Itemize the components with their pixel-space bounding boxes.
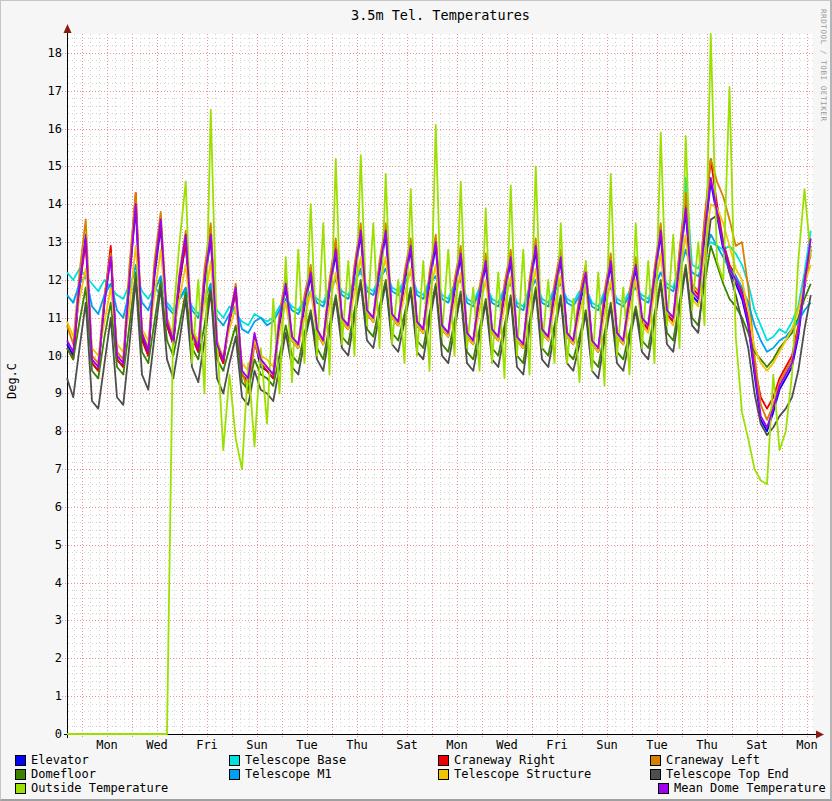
- legend-label: Telescope Base: [245, 754, 346, 767]
- y-tick-label: 4: [21, 576, 62, 590]
- x-tick-label: Mon: [82, 739, 132, 752]
- legend-swatch-telescope-top-end: [650, 769, 661, 780]
- rrdtool-graph: 3.5m Tel. Temperatures Deg.C RRDTOOL / T…: [0, 0, 832, 801]
- legend-label: Outside Temperature: [31, 782, 168, 795]
- y-tick-label: 15: [21, 159, 62, 173]
- x-tick-label: Fri: [532, 739, 582, 752]
- x-tick-label: Sat: [382, 739, 432, 752]
- x-tick-label: Thu: [682, 739, 732, 752]
- y-tick-label: 8: [21, 424, 62, 438]
- y-axis-arrow: [64, 24, 72, 33]
- y-tick-label: 1: [21, 689, 62, 703]
- y-tick-label: 9: [21, 386, 62, 400]
- legend-label: Telescope Structure: [454, 768, 591, 781]
- x-tick-label: Thu: [332, 739, 382, 752]
- legend-label: Telescope Top End: [666, 768, 789, 781]
- x-tick-label: Tue: [632, 739, 682, 752]
- y-tick-label: 11: [21, 311, 62, 325]
- x-tick-label: Sat: [732, 739, 782, 752]
- legend-swatch-telescope-m1: [229, 769, 240, 780]
- legend-label: Telescope M1: [245, 768, 332, 781]
- y-tick-label: 7: [21, 462, 62, 476]
- y-tick-label: 16: [21, 122, 62, 136]
- x-tick-label: Mon: [782, 739, 832, 752]
- y-tick-label: 3: [21, 613, 62, 627]
- y-tick-label: 10: [21, 349, 62, 363]
- legend-swatch-mean-dome-temperature: [658, 783, 669, 794]
- y-tick-label: 14: [21, 197, 62, 211]
- legend-swatch-telescope-base: [229, 755, 240, 766]
- legend-swatch-craneway-left: [650, 755, 661, 766]
- x-tick-label: Sun: [232, 739, 282, 752]
- y-tick-label: 12: [21, 273, 62, 287]
- plot-area: [1, 1, 832, 801]
- y-tick-label: 18: [21, 46, 62, 60]
- legend-label: Domefloor: [31, 768, 96, 781]
- legend-label: Craneway Left: [666, 754, 760, 767]
- legend-swatch-domefloor: [15, 769, 26, 780]
- legend-label: Elevator: [31, 754, 89, 767]
- legend-swatch-elevator: [15, 755, 26, 766]
- y-tick-label: 0: [21, 727, 62, 741]
- y-tick-label: 5: [21, 538, 62, 552]
- legend-swatch-outside-temperature: [15, 783, 26, 794]
- x-tick-label: Tue: [282, 739, 332, 752]
- x-tick-label: Wed: [132, 739, 182, 752]
- y-tick-label: 17: [21, 84, 62, 98]
- legend-swatch-craneway-right: [438, 755, 449, 766]
- y-tick-label: 6: [21, 500, 62, 514]
- legend-swatch-telescope-structure: [438, 769, 449, 780]
- y-tick-label: 13: [21, 235, 62, 249]
- legend-label: Mean Dome Temperature: [674, 782, 826, 795]
- x-tick-label: Sun: [582, 739, 632, 752]
- legend-label: Craneway Right: [454, 754, 555, 767]
- x-tick-label: Mon: [432, 739, 482, 752]
- x-tick-label: Wed: [482, 739, 532, 752]
- x-tick-label: Fri: [182, 739, 232, 752]
- y-tick-label: 2: [21, 651, 62, 665]
